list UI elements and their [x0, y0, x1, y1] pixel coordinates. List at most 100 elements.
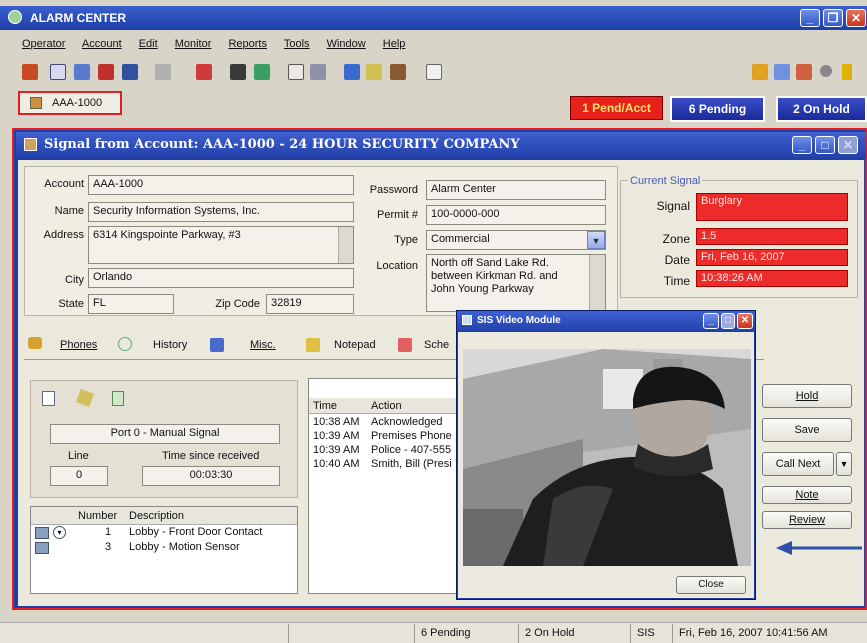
restore-icon[interactable]: ❐: [823, 9, 843, 27]
tab-misc[interactable]: Misc.: [250, 339, 276, 351]
history-action: Smith, Bill (Presi: [371, 458, 452, 470]
address-scrollbar[interactable]: [338, 227, 353, 263]
column-header-time[interactable]: Time: [313, 400, 337, 412]
call-next-dropdown[interactable]: ▼: [836, 452, 852, 476]
tab-history[interactable]: History: [153, 339, 187, 351]
state-label: State: [58, 298, 84, 310]
type-select[interactable]: Commercial: [426, 230, 606, 250]
edit-icon[interactable]: [366, 64, 382, 80]
tab-schedule[interactable]: Sche: [424, 339, 449, 351]
grid-icon[interactable]: [796, 64, 812, 80]
tools-icon[interactable]: [254, 64, 270, 80]
signal-maximize-icon[interactable]: □: [815, 136, 835, 154]
history-row[interactable]: 10:40 AM Smith, Bill (Presi: [309, 458, 457, 471]
date-label: Date: [664, 253, 690, 267]
status-user: SIS: [630, 624, 670, 643]
table-row[interactable]: 3 Lobby - Motion Sensor: [31, 541, 297, 555]
account-icon[interactable]: [50, 64, 66, 80]
menu-tools[interactable]: Tools: [284, 38, 310, 50]
schedule-icon[interactable]: [98, 64, 114, 80]
tab-phones[interactable]: Phones: [60, 339, 97, 351]
permit-field[interactable]: 100-0000-000: [426, 205, 606, 225]
app-title: ALARM CENTER: [30, 11, 126, 25]
play-icon[interactable]: ▾: [53, 526, 66, 539]
print-icon[interactable]: [310, 64, 326, 80]
video-minimize-icon[interactable]: _: [703, 313, 719, 329]
video-maximize-icon[interactable]: □: [721, 313, 735, 329]
signal-close-icon[interactable]: ✕: [838, 136, 858, 154]
toolbar: [0, 58, 867, 86]
briefcase-icon[interactable]: [390, 64, 406, 80]
menu-reports[interactable]: Reports: [228, 38, 267, 50]
pending-label: 6 Pending: [688, 102, 747, 116]
city-field[interactable]: Orlando: [88, 268, 354, 288]
app-icon: [8, 10, 22, 24]
history-time: 10:39 AM: [313, 430, 360, 442]
menu-monitor[interactable]: Monitor: [175, 38, 212, 50]
menu-account[interactable]: Account: [82, 38, 122, 50]
refresh-icon[interactable]: [820, 65, 832, 77]
save-button[interactable]: Save: [762, 418, 852, 442]
status-datetime: Fri, Feb 16, 2007 10:41:56 AM: [672, 624, 867, 643]
table-row[interactable]: ▾ 1 Lobby - Front Door Contact: [31, 526, 297, 540]
menu-operator[interactable]: Operator: [22, 38, 65, 50]
minimize-icon[interactable]: _: [800, 9, 820, 27]
list-icon[interactable]: [112, 391, 124, 406]
save-icon[interactable]: [122, 64, 138, 80]
document-icon[interactable]: [426, 64, 442, 80]
history-table-header: Time Action: [309, 398, 457, 414]
pend-acct-label: 1 Pend/Acct: [582, 101, 651, 115]
history-row[interactable]: 10:39 AM Premises Phone: [309, 430, 457, 443]
port-field: Port 0 - Manual Signal: [50, 424, 280, 444]
line-field: 0: [50, 466, 108, 486]
zone-value: 1.5: [696, 228, 848, 245]
time-since-label: Time since received: [162, 450, 260, 462]
history-row[interactable]: 10:38 AM Acknowledged: [309, 416, 457, 429]
account-tab-label: AAA-1000: [52, 97, 103, 109]
exit-icon[interactable]: [22, 64, 38, 80]
location-scrollbar[interactable]: [589, 255, 605, 311]
help-icon[interactable]: [842, 64, 852, 80]
close-icon[interactable]: ✕: [846, 9, 866, 27]
password-field[interactable]: Alarm Center: [426, 180, 606, 200]
signal-label: Signal: [656, 199, 690, 213]
account-tab-icon: [30, 97, 42, 109]
column-header-number[interactable]: Number: [78, 510, 117, 522]
signal-icon[interactable]: [74, 64, 90, 80]
history-time: 10:39 AM: [313, 444, 360, 456]
pend-acct-button[interactable]: 1 Pend/Acct: [570, 96, 663, 120]
delete-icon[interactable]: [196, 64, 212, 80]
pending-button[interactable]: 6 Pending: [670, 96, 765, 122]
location-field[interactable]: North off Sand Lake Rd. between Kirkman …: [426, 254, 606, 312]
tab-notepad[interactable]: Notepad: [334, 339, 376, 351]
signal-minimize-icon[interactable]: _: [792, 136, 812, 154]
type-label: Type: [394, 234, 418, 246]
undo-icon[interactable]: [155, 64, 171, 80]
menu-edit[interactable]: Edit: [139, 38, 158, 50]
address-field[interactable]: 6314 Kingspointe Parkway, #3: [88, 226, 354, 264]
call-next-button[interactable]: Call Next: [762, 452, 834, 476]
new-document-icon[interactable]: [42, 391, 55, 406]
search-icon[interactable]: [230, 64, 246, 80]
zip-field[interactable]: 32819: [266, 294, 354, 314]
chart-icon[interactable]: [774, 64, 790, 80]
monitor-icon[interactable]: [752, 64, 768, 80]
history-row[interactable]: 10:39 AM Police - 407-555: [309, 444, 457, 457]
video-close-icon[interactable]: ✕: [737, 313, 753, 329]
menu-help[interactable]: Help: [383, 38, 406, 50]
column-header-action[interactable]: Action: [371, 400, 402, 412]
video-close-button[interactable]: Close: [676, 576, 746, 594]
state-field[interactable]: FL: [88, 294, 174, 314]
account-tab[interactable]: AAA-1000: [18, 91, 122, 115]
chevron-down-icon[interactable]: ▼: [587, 231, 605, 249]
review-button[interactable]: Review: [762, 511, 852, 529]
map-icon[interactable]: [344, 64, 360, 80]
on-hold-button[interactable]: 2 On Hold: [776, 96, 867, 122]
account-field[interactable]: AAA-1000: [88, 175, 354, 195]
column-header-description[interactable]: Description: [129, 510, 184, 522]
note-button[interactable]: Note: [762, 486, 852, 504]
menu-window[interactable]: Window: [327, 38, 366, 50]
report-icon[interactable]: [288, 64, 304, 80]
hold-button[interactable]: Hold: [762, 384, 852, 408]
name-field[interactable]: Security Information Systems, Inc.: [88, 202, 354, 222]
